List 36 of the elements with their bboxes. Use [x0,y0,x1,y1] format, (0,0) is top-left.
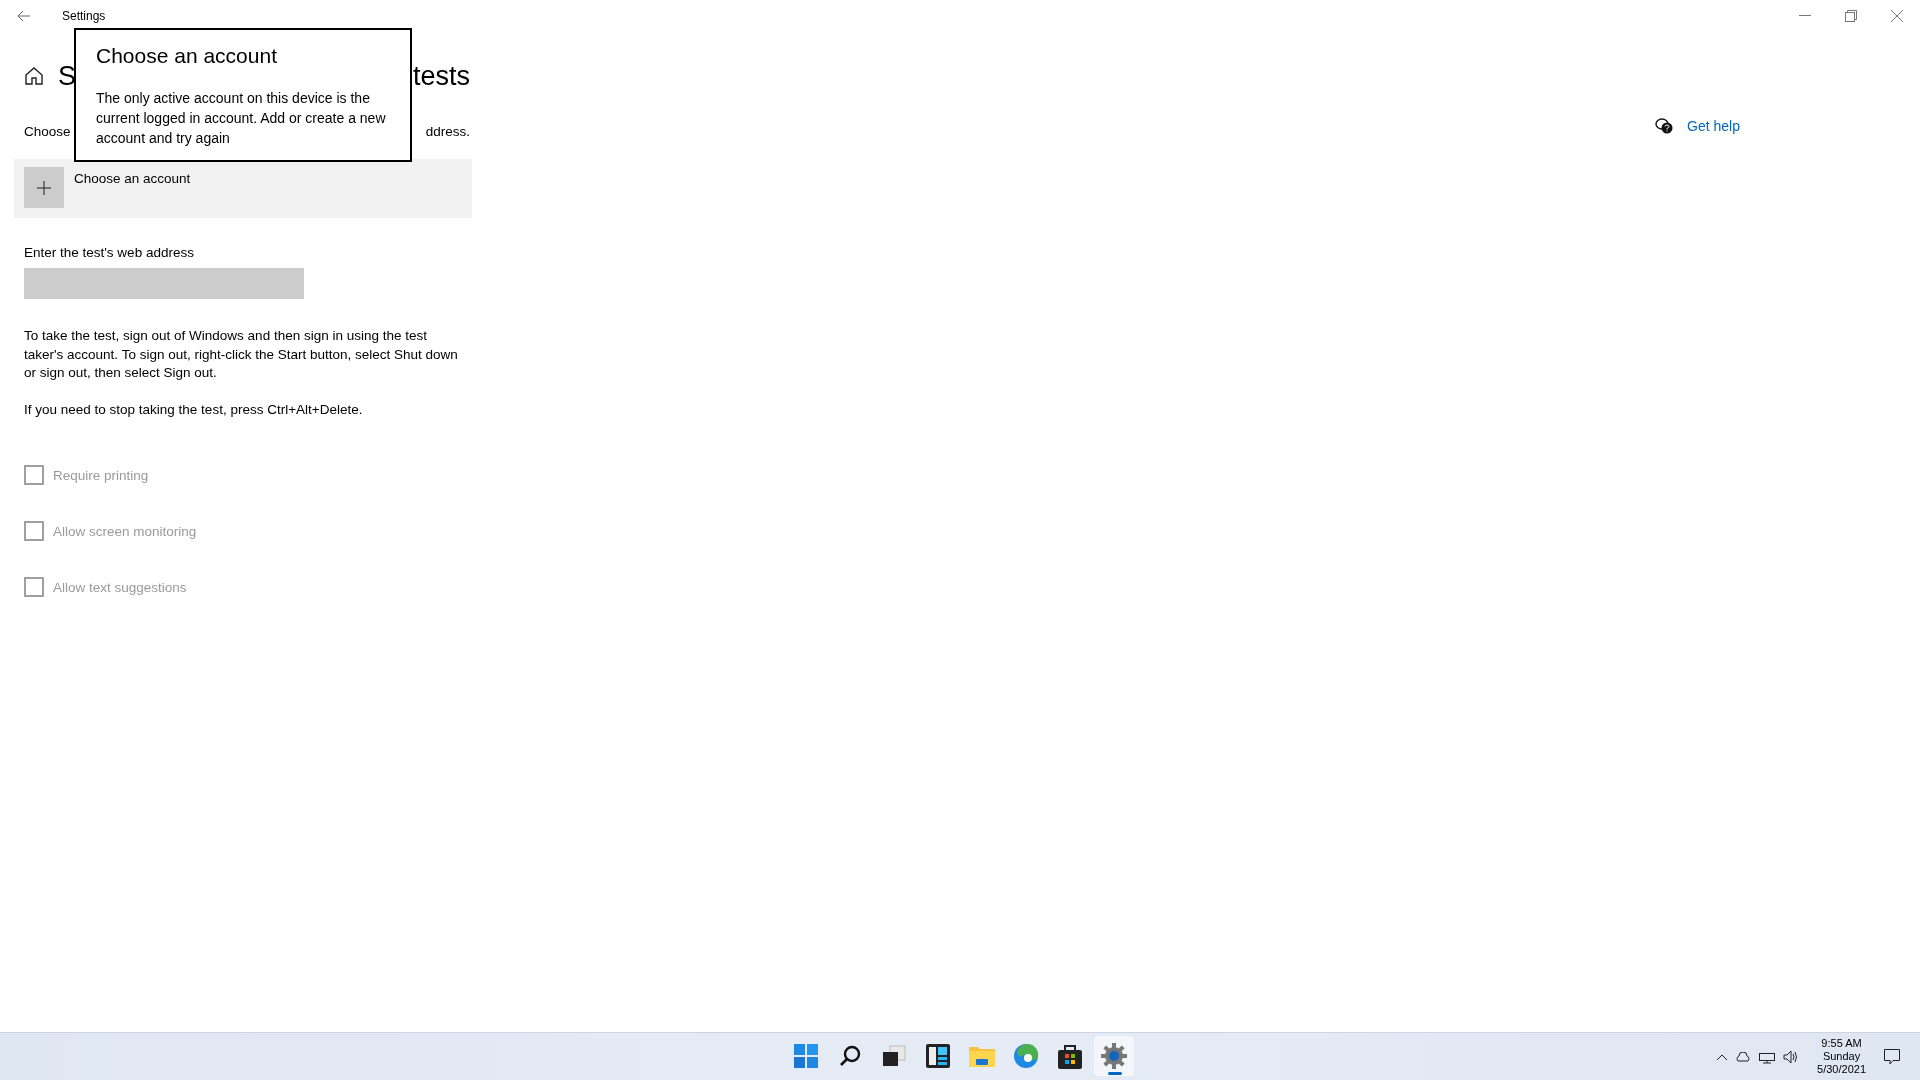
dialog-title: Choose an account [96,44,278,68]
clock[interactable]: 9:55 AM Sunday 5/30/2021 [1817,1037,1866,1076]
plus-icon [37,180,51,195]
get-help-link[interactable]: Get help [1655,112,1740,140]
chevron-up-icon[interactable] [1717,1053,1728,1060]
page-heading: S [58,60,76,92]
minimize-icon [1799,15,1811,17]
window-title: Settings [62,9,106,23]
widgets-icon [926,1044,950,1068]
chat-bubbles-icon [1655,118,1674,134]
cloud-icon[interactable] [1735,1051,1752,1062]
instructions-text: If you need to stop taking the test, press Ctrl+Alt+Delete. [24,400,364,419]
checkbox-label: Allow text suggestions [53,579,187,595]
web-address-field[interactable] [24,268,304,299]
page-description: Choose [24,124,71,139]
checkbox-label: Require printing [53,467,149,483]
task-view-icon [882,1045,906,1067]
field-label: Enter the test's web address [24,245,195,260]
close-icon [1891,10,1903,22]
dialog-message: The only active account on this device is the current logged in account. Add or create a new account and try again [96,89,387,148]
browser-icon [1013,1043,1039,1069]
restore-icon [1845,10,1857,22]
page-heading: tests [412,60,470,92]
notification-icon[interactable] [1884,1048,1900,1065]
gear-icon [1101,1043,1127,1069]
windows-logo-icon [794,1044,818,1068]
checkbox-label: Allow screen monitoring [53,523,197,539]
speaker-icon[interactable] [1783,1049,1800,1064]
choose-account-button[interactable]: Choose an account [14,159,472,218]
shopping-bag-icon [1058,1043,1082,1069]
folder-icon [969,1045,995,1067]
instructions-text: To take the test, sign out of Windows and then sign in using the test taker's account. To sign out, right-click the Start button, select Shut down or sign out, then select Sign out. [24,327,459,382]
search-icon [839,1045,861,1067]
page-description: ddress. [425,124,470,139]
home-icon[interactable] [24,66,44,86]
arrow-left-icon [17,10,31,22]
